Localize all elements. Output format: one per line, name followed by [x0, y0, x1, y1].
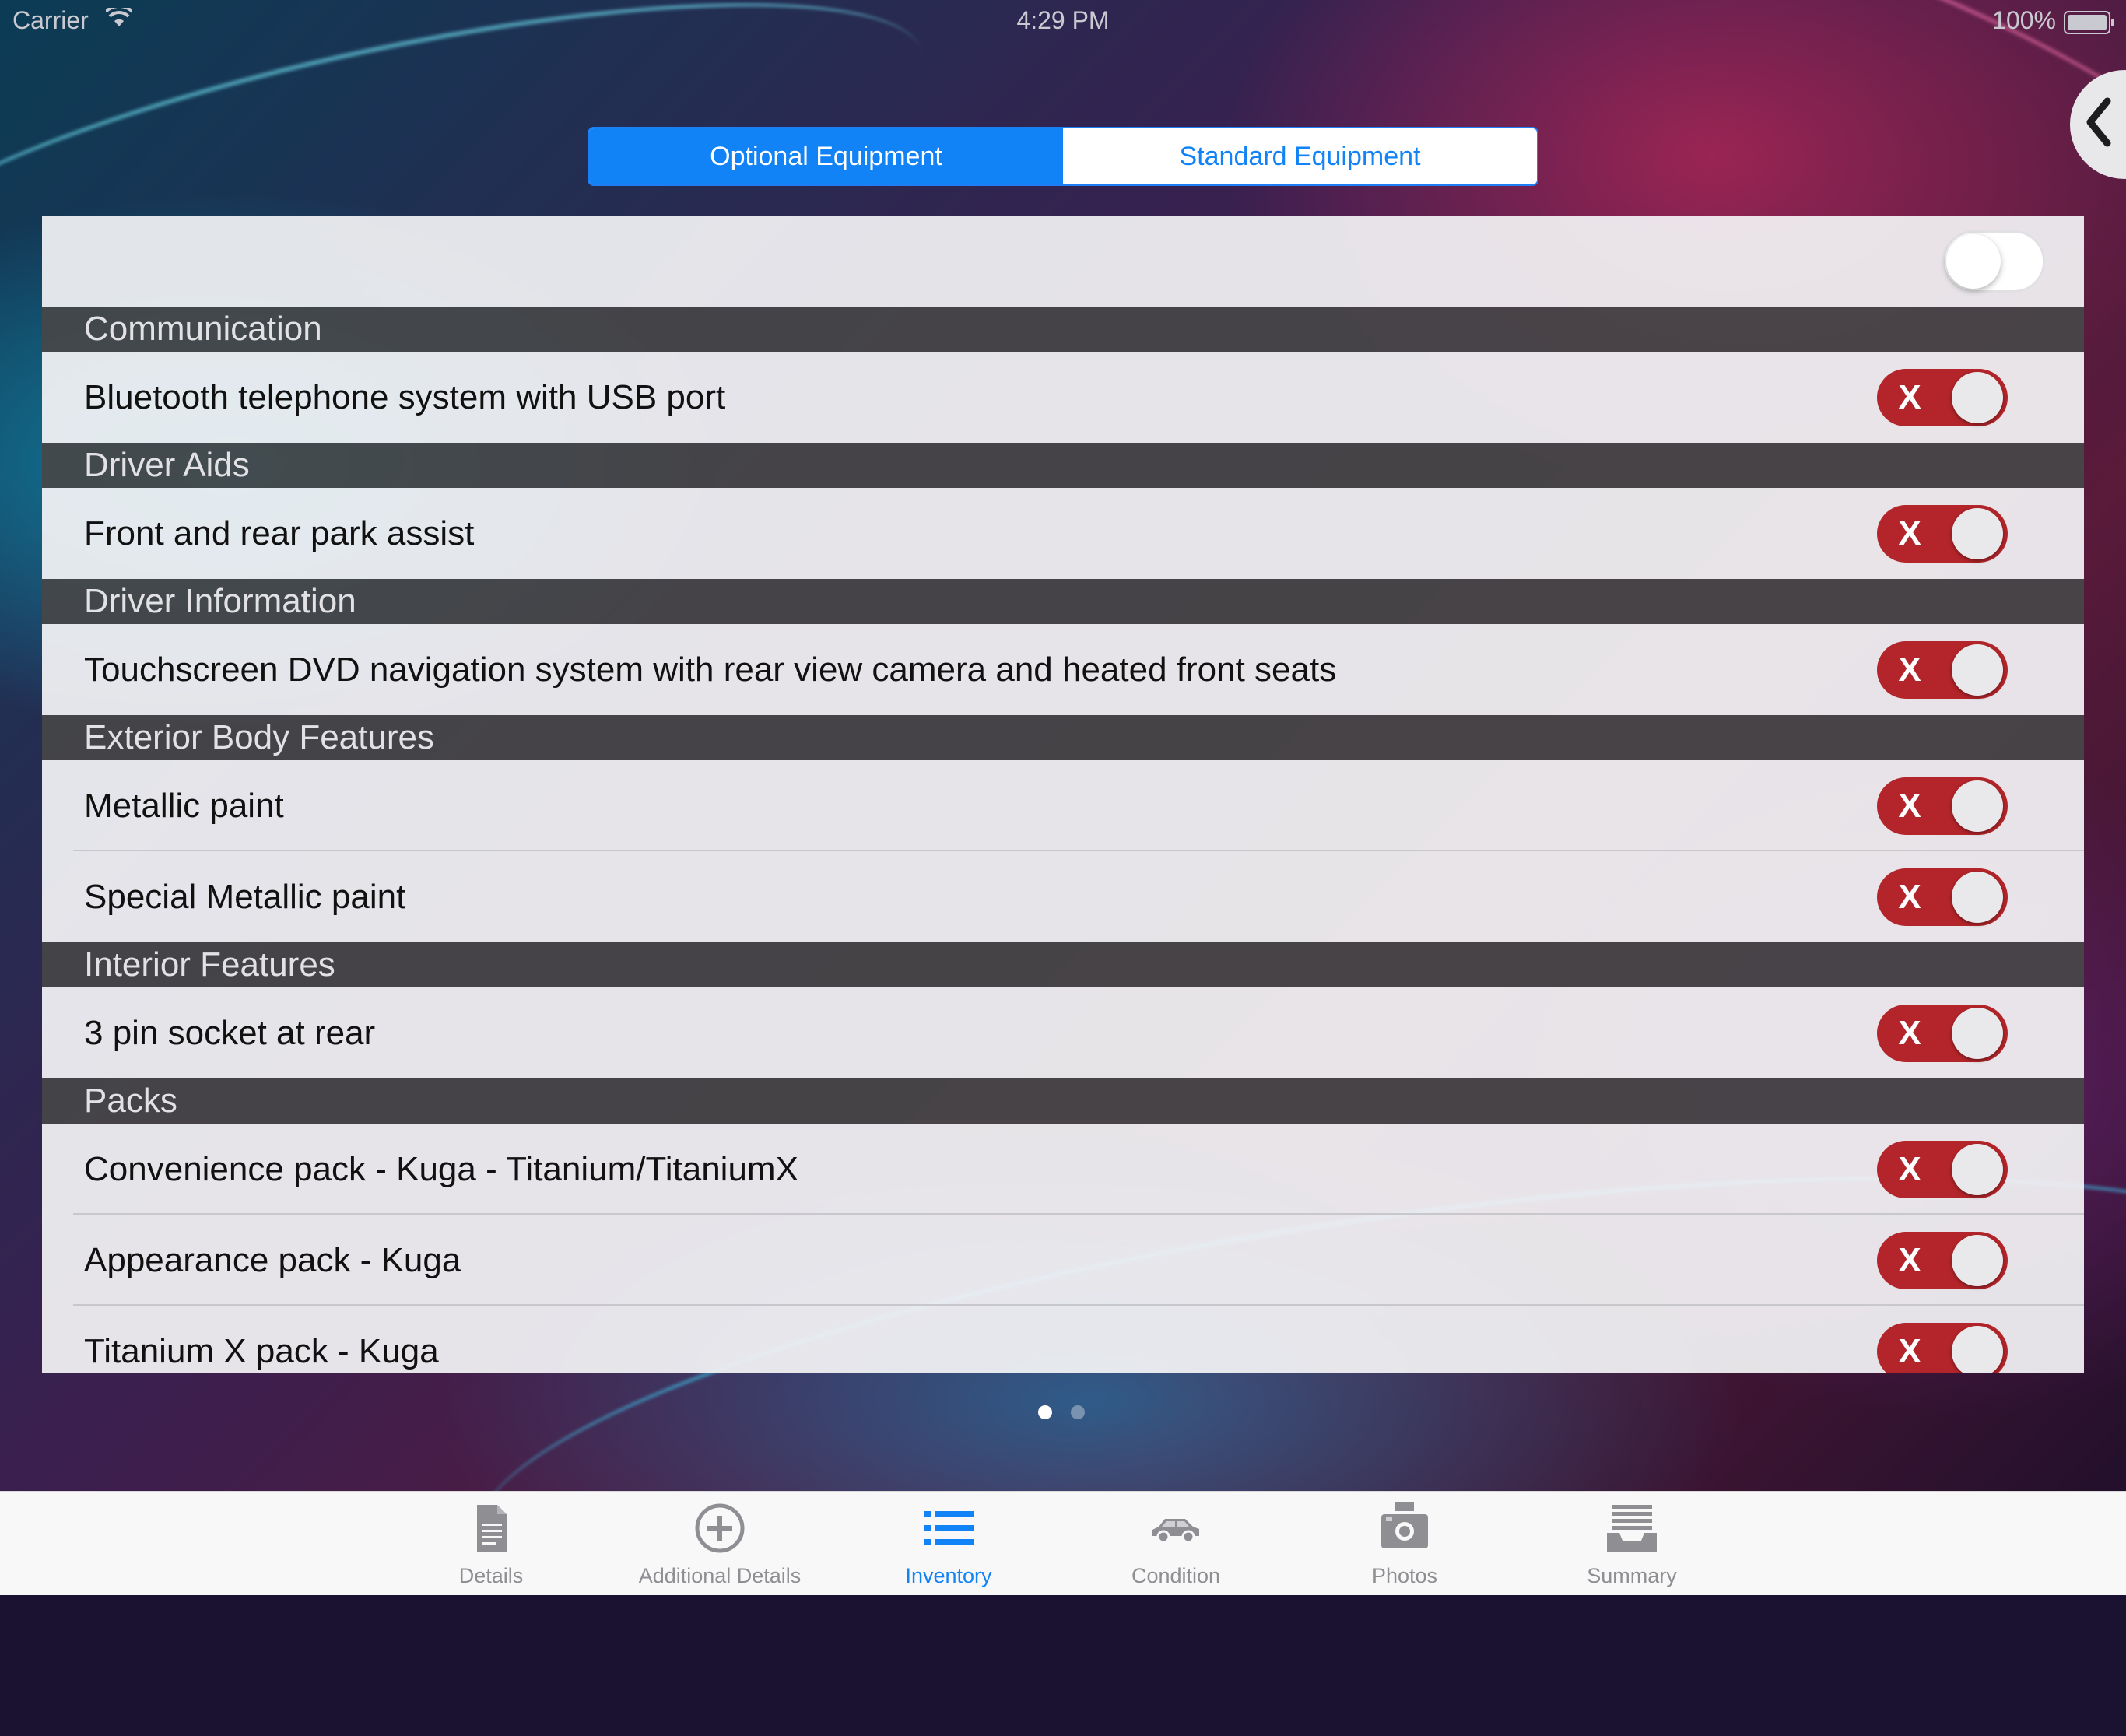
- equipment-list: Communication Bluetooth telephone system…: [42, 216, 2084, 1373]
- segment-optional-equipment[interactable]: Optional Equipment: [589, 128, 1063, 184]
- list-icon: [924, 1511, 974, 1545]
- tab-details[interactable]: Details: [398, 1492, 584, 1595]
- list-item: Special Metallic paint X: [42, 851, 2084, 942]
- item-toggle[interactable]: X: [1877, 868, 2008, 926]
- item-label: Touchscreen DVD navigation system with r…: [84, 651, 1337, 689]
- status-time: 4:29 PM: [1016, 6, 1110, 34]
- x-icon: X: [1898, 514, 1921, 552]
- list-item: Front and rear park assist X: [42, 488, 2084, 579]
- tab-summary[interactable]: Summary: [1538, 1492, 1725, 1595]
- item-toggle[interactable]: X: [1877, 777, 2008, 835]
- x-icon: X: [1898, 787, 1921, 825]
- toggle-knob: [1952, 1008, 2003, 1059]
- toggle-knob: [1946, 234, 2001, 289]
- toggle-knob: [1952, 1144, 2003, 1195]
- page-dot-active: [1038, 1405, 1052, 1419]
- document-icon: [477, 1505, 507, 1552]
- tab-condition[interactable]: Condition: [1082, 1492, 1269, 1595]
- list-item: Convenience pack - Kuga - Titanium/Titan…: [42, 1124, 2084, 1215]
- x-icon: X: [1898, 878, 1921, 916]
- chevron-left-icon[interactable]: [2082, 95, 2114, 149]
- x-icon: X: [1898, 378, 1921, 416]
- x-icon: X: [1898, 651, 1921, 689]
- section-header-interior-features: Interior Features: [42, 942, 2084, 987]
- tab-label: Inventory: [905, 1564, 992, 1587]
- car-icon: [1152, 1519, 1199, 1544]
- list-item: Bluetooth telephone system with USB port…: [42, 352, 2084, 443]
- item-toggle[interactable]: X: [1877, 1323, 2008, 1373]
- toggle-knob: [1952, 780, 2003, 832]
- status-bar: Carrier 4:29 PM 100%: [0, 0, 2126, 42]
- item-toggle[interactable]: X: [1877, 369, 2008, 426]
- item-toggle[interactable]: X: [1877, 1005, 2008, 1062]
- x-icon: X: [1898, 1150, 1921, 1188]
- page-control[interactable]: [1038, 1405, 1085, 1424]
- page-dot: [1071, 1405, 1085, 1419]
- list-item: Touchscreen DVD navigation system with r…: [42, 624, 2084, 715]
- item-label: 3 pin socket at rear: [84, 1014, 376, 1052]
- list-item: Titanium X pack - Kuga X: [42, 1306, 2084, 1373]
- x-icon: X: [1898, 1014, 1921, 1052]
- x-icon: X: [1898, 1241, 1921, 1279]
- section-header-driver-aids: Driver Aids: [42, 443, 2084, 488]
- toggle-knob: [1952, 1235, 2003, 1286]
- list-item: Appearance pack - Kuga X: [42, 1215, 2084, 1306]
- item-label: Appearance pack - Kuga: [84, 1241, 461, 1279]
- x-icon: X: [1898, 1332, 1921, 1370]
- list-item: 3 pin socket at rear X: [42, 987, 2084, 1078]
- section-header-packs: Packs: [42, 1078, 2084, 1124]
- tab-inventory[interactable]: Inventory: [855, 1492, 1042, 1595]
- tab-bar: Details Additional Details Inventory Con…: [0, 1491, 2126, 1595]
- tab-label: Condition: [1131, 1564, 1221, 1587]
- segment-standard-equipment[interactable]: Standard Equipment: [1063, 128, 1537, 184]
- add-circle-icon: [695, 1503, 745, 1553]
- battery-icon: [2064, 11, 2114, 34]
- battery-percentage: 100%: [1992, 6, 2056, 34]
- tray-icon: [1607, 1505, 1657, 1552]
- select-all-toggle[interactable]: [1942, 230, 2045, 293]
- item-label: Front and rear park assist: [84, 514, 475, 552]
- tab-additional-details[interactable]: Additional Details: [626, 1492, 813, 1595]
- item-toggle[interactable]: X: [1877, 1141, 2008, 1198]
- item-label: Metallic paint: [84, 787, 284, 825]
- item-toggle[interactable]: X: [1877, 641, 2008, 699]
- toggle-knob: [1952, 872, 2003, 923]
- list-item: Metallic paint X: [42, 760, 2084, 851]
- item-label: Convenience pack - Kuga - Titanium/Titan…: [84, 1150, 798, 1188]
- item-toggle[interactable]: X: [1877, 1232, 2008, 1289]
- tab-label: Summary: [1587, 1564, 1677, 1587]
- toggle-knob: [1952, 508, 2003, 559]
- toggle-knob: [1952, 1326, 2003, 1373]
- camera-icon: [1381, 1502, 1428, 1548]
- item-label: Bluetooth telephone system with USB port: [84, 378, 726, 416]
- section-header-communication: Communication: [42, 307, 2084, 352]
- item-toggle[interactable]: X: [1877, 505, 2008, 563]
- item-label: Special Metallic paint: [84, 878, 406, 916]
- tab-label: Additional Details: [638, 1564, 802, 1587]
- section-header-exterior-body-features: Exterior Body Features: [42, 715, 2084, 760]
- toggle-knob: [1952, 644, 2003, 696]
- select-all-row: [42, 216, 2084, 307]
- tab-label: Details: [458, 1564, 524, 1587]
- section-header-driver-information: Driver Information: [42, 579, 2084, 624]
- tab-photos[interactable]: Photos: [1311, 1492, 1498, 1595]
- item-label: Titanium X pack - Kuga: [84, 1332, 439, 1370]
- tab-label: Photos: [1371, 1564, 1438, 1587]
- toggle-knob: [1952, 372, 2003, 423]
- equipment-segmented-control: Optional Equipment Standard Equipment: [588, 127, 1538, 186]
